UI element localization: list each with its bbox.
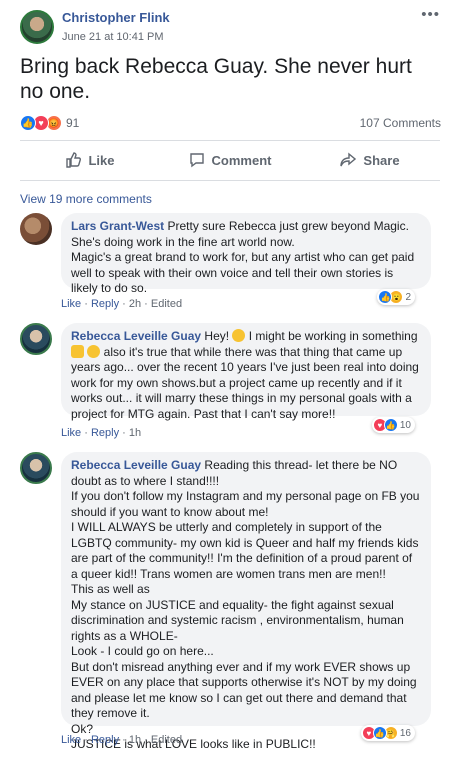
comment-label: Comment <box>211 152 272 168</box>
like-reaction-icon: 👍 <box>372 726 387 740</box>
more-options-icon[interactable]: ••• <box>421 6 440 23</box>
share-icon <box>340 152 357 167</box>
avatar[interactable] <box>20 213 52 245</box>
comment-icon <box>189 153 204 168</box>
avatar[interactable] <box>20 10 54 44</box>
thumbs-up-icon <box>66 152 82 168</box>
like-reaction-icon: 👍 <box>20 115 36 131</box>
divider <box>20 140 440 141</box>
comment-time[interactable]: 1h <box>129 427 141 439</box>
share-button[interactable]: Share <box>300 145 440 175</box>
post-header: Christopher Flink June 21 at 10:41 PM ••… <box>20 6 440 50</box>
comment-time[interactable]: 1h <box>129 734 141 746</box>
post-author[interactable]: Christopher Flink <box>62 10 170 25</box>
like-button[interactable]: Like <box>20 145 160 175</box>
comment-meta: Like · Reply · 1h <box>61 427 142 439</box>
avatar[interactable] <box>20 323 52 355</box>
comment-text-part: I might be working in something <box>245 329 418 343</box>
comment-edited[interactable]: Edited <box>151 734 182 746</box>
reaction-count: 10 <box>399 419 411 431</box>
reaction-count: 16 <box>399 727 411 739</box>
divider <box>20 180 440 181</box>
comment-count[interactable]: 107 Comments <box>360 116 441 130</box>
post-timestamp[interactable]: June 21 at 10:41 PM <box>62 31 164 43</box>
yellow-heart-emoji-icon <box>71 344 84 358</box>
comment-reply-link[interactable]: Reply <box>91 427 119 439</box>
view-more-comments-link[interactable]: View 19 more comments <box>20 192 152 206</box>
smile-emoji-icon <box>232 329 246 342</box>
share-label: Share <box>363 152 400 168</box>
like-reaction-icon: 👍 <box>383 418 398 432</box>
comment-reply-link[interactable]: Reply <box>91 298 119 310</box>
comment-reply-link[interactable]: Reply <box>91 734 119 746</box>
comment-text: Reading this thread- let there be NO dou… <box>71 458 420 751</box>
comment-meta: Like · Reply · 2h · Edited <box>61 298 183 310</box>
comment-like-link[interactable]: Like <box>61 427 81 439</box>
comment-meta: Like · Reply · 1h · Edited <box>61 734 183 746</box>
reaction-count: 2 <box>405 291 411 303</box>
post-actions: Like Comment Share <box>20 145 440 175</box>
comment-author[interactable]: Rebecca Leveille Guay <box>71 329 201 343</box>
comment-reactions[interactable]: ♥ 👍 10 <box>371 417 415 433</box>
grin-emoji-icon <box>87 344 101 358</box>
comment-edited[interactable]: Edited <box>151 298 182 310</box>
comment-text-part: Hey! <box>201 329 233 343</box>
like-label: Like <box>88 152 115 168</box>
post-text: Bring back Rebecca Guay. She never hurt … <box>20 55 412 103</box>
comment-author[interactable]: Lars Grant-West <box>71 219 164 233</box>
comment-reactions[interactable]: ♥ 👍 🤗 16 <box>360 725 415 741</box>
comment-like-link[interactable]: Like <box>61 298 81 310</box>
comment-author[interactable]: Rebecca Leveille Guay <box>71 458 201 472</box>
comment-bubble: Rebecca Leveille Guay Hey! I might be wo… <box>61 323 431 421</box>
comment-reactions[interactable]: 👍 😮 2 <box>377 289 415 305</box>
comment-time[interactable]: 2h <box>129 298 141 310</box>
comment-bubble: Rebecca Leveille Guay Reading this threa… <box>61 452 431 751</box>
avatar[interactable] <box>20 452 52 484</box>
post-reactions[interactable]: 👍 ♥ 😡 91 <box>20 114 79 132</box>
comment-bubble: Lars Grant-West Pretty sure Rebecca just… <box>61 213 431 295</box>
reaction-count: 91 <box>66 116 80 130</box>
comment-text-part: also it's true that while there was that… <box>71 344 419 421</box>
comment-button[interactable]: Comment <box>160 145 300 175</box>
comment-like-link[interactable]: Like <box>61 734 81 746</box>
